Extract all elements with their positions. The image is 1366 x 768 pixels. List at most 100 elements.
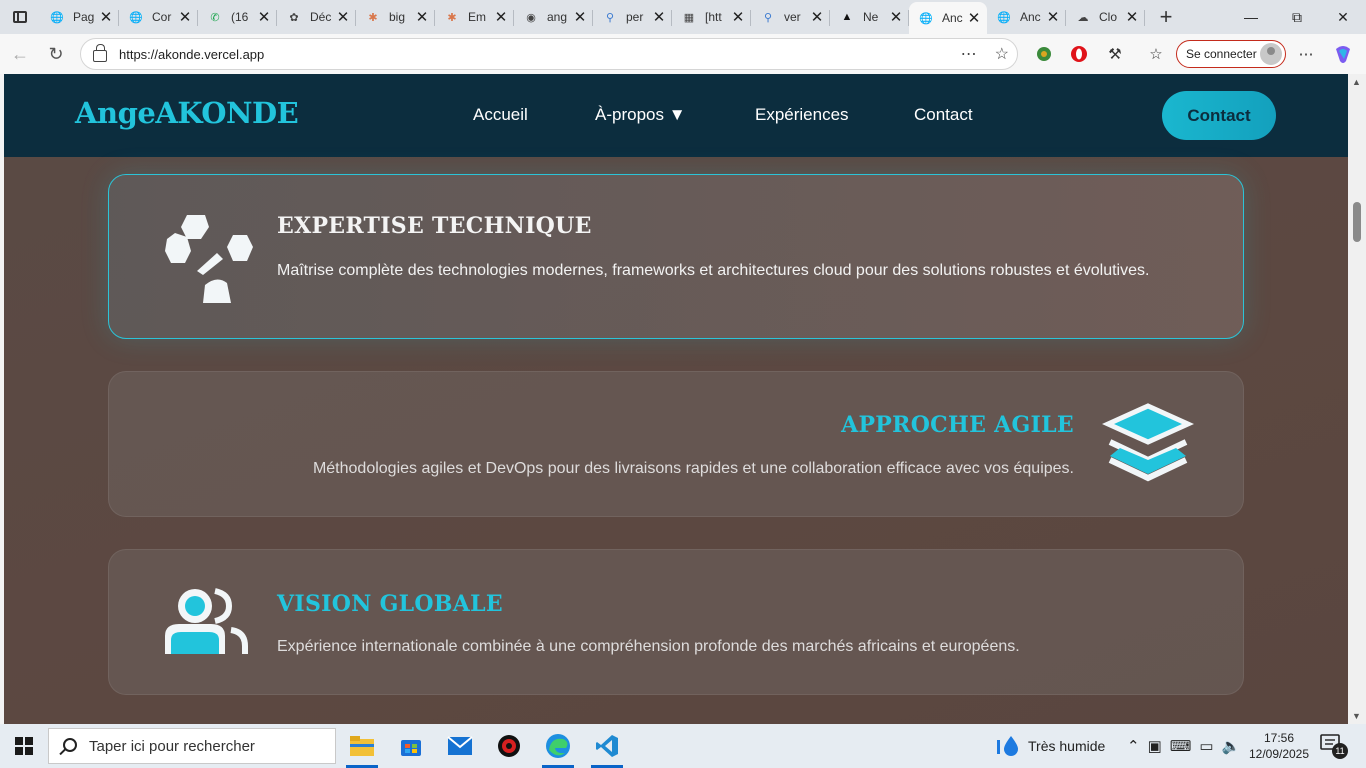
volume-icon[interactable]: 🔈	[1222, 737, 1241, 755]
browser-tab[interactable]: ◉ ang ✕	[514, 3, 593, 31]
browser-tab[interactable]: ✱ big ✕	[356, 3, 435, 31]
tab-label: ver	[784, 10, 801, 24]
cloud-icon: ☁	[1077, 11, 1089, 24]
copilot-icon[interactable]	[1331, 42, 1355, 66]
claude-icon: ✱	[447, 11, 457, 24]
nav-link-home[interactable]: Accueil	[473, 105, 528, 125]
globe-icon: 🌐	[129, 11, 143, 24]
weather-widget[interactable]: Très humide	[996, 724, 1105, 768]
tab-actions-button[interactable]	[0, 0, 40, 34]
avatar	[1260, 43, 1282, 65]
openai-icon: ✿	[289, 11, 299, 24]
browser-tab[interactable]: 🌐 Cor ✕	[119, 3, 198, 31]
extension-icon[interactable]	[1032, 42, 1056, 66]
app-red-icon[interactable]	[485, 724, 533, 768]
whatsapp-icon: ✆	[210, 11, 220, 24]
network-icon[interactable]: ▭	[1199, 737, 1213, 755]
browser-tab[interactable]: 🌐 Anc ✕	[987, 3, 1066, 31]
browser-tab[interactable]: ☁ Clo ✕	[1066, 3, 1145, 31]
meet-now-icon[interactable]: ▣	[1148, 737, 1162, 755]
nav-link-about[interactable]: À-propos ▼	[595, 105, 686, 125]
system-tray: ⌃ ▣ ⌨ ▭ 🔈	[1127, 724, 1240, 768]
restore-button[interactable]: ⧉	[1274, 0, 1320, 34]
search-icon: ⚲	[763, 11, 773, 24]
more-menu-icon[interactable]: ⋯	[1294, 42, 1318, 66]
store-icon[interactable]	[387, 724, 435, 768]
site-navbar: AngeAKONDE Accueil À-propos ▼ Expérience…	[4, 74, 1348, 157]
tab-close-icon[interactable]: ✕	[731, 8, 745, 26]
mail-icon[interactable]	[436, 724, 484, 768]
globe-icon: 🌐	[50, 11, 64, 24]
clock[interactable]: 17:56 12/09/2025	[1248, 730, 1310, 762]
tab-close-icon[interactable]: ✕	[415, 8, 429, 26]
globe-icon: 🌐	[997, 11, 1011, 24]
browser-tab[interactable]: ✆ (16 ✕	[198, 3, 277, 31]
tab-strip: 🌐 Pag ✕ 🌐 Cor ✕ ✆ (16 ✕ ✿ Déc ✕ ✱ big ✕ ✱ Em ✕ ◉ ang ✕ ⚲ per ✕ ▦…	[0, 0, 1366, 34]
contact-cta-button[interactable]: Contact	[1162, 91, 1276, 140]
tab-close-icon[interactable]: ✕	[336, 8, 350, 26]
tab-close-icon[interactable]: ✕	[573, 8, 587, 26]
site-logo[interactable]: AngeAKONDE	[75, 96, 299, 130]
tab-close-icon[interactable]: ✕	[810, 8, 824, 26]
browser-tab[interactable]: ⚲ ver ✕	[751, 3, 830, 31]
tab-close-icon[interactable]: ✕	[652, 8, 666, 26]
back-button[interactable]: ←	[2, 38, 38, 70]
reader-mode-icon[interactable]: ⋯	[961, 44, 977, 64]
clock-time: 17:56	[1263, 731, 1295, 745]
extensions-puzzle-icon[interactable]: ⚒	[1103, 42, 1127, 66]
tab-close-icon[interactable]: ✕	[967, 9, 981, 27]
close-window-button[interactable]: ✕	[1320, 0, 1366, 34]
refresh-button[interactable]: ↻	[38, 38, 74, 70]
tab-label: Cor	[152, 10, 172, 24]
scroll-down-icon[interactable]: ▼	[1352, 711, 1361, 721]
scrollbar-thumb[interactable]	[1353, 202, 1361, 242]
browser-tab[interactable]: 🌐 Pag ✕	[40, 3, 119, 31]
layers-icon	[1101, 402, 1195, 494]
tab-close-icon[interactable]: ✕	[99, 8, 113, 26]
tab-close-icon[interactable]: ✕	[889, 8, 903, 26]
favorites-icon[interactable]: ☆	[1144, 42, 1168, 66]
browser-tab[interactable]: ⚲ per ✕	[593, 3, 672, 31]
page-scrollbar[interactable]: ▲ ▼	[1348, 74, 1366, 724]
nav-link-contact[interactable]: Contact	[914, 105, 973, 125]
browser-tab[interactable]: ✱ Em ✕	[435, 3, 514, 31]
network-nodes-icon	[161, 213, 253, 305]
sign-in-button[interactable]: Se connecter	[1176, 40, 1286, 68]
image-icon: ▦	[683, 11, 695, 24]
input-method-icon[interactable]: ⌨	[1170, 737, 1192, 755]
tab-label: Clo	[1099, 10, 1118, 24]
browser-tab[interactable]: ✿ Déc ✕	[277, 3, 356, 31]
new-tab-button[interactable]: +	[1151, 2, 1181, 32]
file-explorer-icon[interactable]	[338, 724, 386, 768]
tab-close-icon[interactable]: ✕	[1046, 8, 1060, 26]
tab-label: Déc	[310, 10, 332, 24]
feature-card-vision: VISION GLOBALE Expérience internationale…	[108, 549, 1244, 695]
minimize-button[interactable]: —	[1228, 0, 1274, 34]
browser-tab[interactable]: ▲ Ne ✕	[830, 3, 909, 31]
browser-tab[interactable]: ▦ [htt ✕	[672, 3, 751, 31]
tab-close-icon[interactable]: ✕	[1125, 8, 1139, 26]
claude-icon: ✱	[368, 11, 378, 24]
notification-count-badge: 11	[1332, 743, 1348, 759]
opera-extension-icon[interactable]	[1067, 42, 1091, 66]
tab-label: big	[389, 10, 406, 24]
show-hidden-icons-chevron-icon[interactable]: ⌃	[1127, 737, 1140, 755]
start-button[interactable]	[0, 724, 48, 768]
edge-browser-icon[interactable]	[534, 724, 582, 768]
vscode-icon[interactable]	[583, 724, 631, 768]
tab-label: Anc	[1020, 10, 1041, 24]
card-description: Maîtrise complète des technologies moder…	[277, 262, 1150, 279]
scroll-up-icon[interactable]: ▲	[1352, 77, 1361, 87]
taskbar-search-box[interactable]: Taper ici pour rechercher	[48, 728, 336, 764]
notification-center-button[interactable]: 11	[1320, 734, 1348, 759]
tab-label: Em	[468, 10, 486, 24]
taskbar-search-placeholder: Taper ici pour rechercher	[89, 737, 255, 755]
tab-close-icon[interactable]: ✕	[257, 8, 271, 26]
nav-link-experiences[interactable]: Expériences	[755, 105, 849, 125]
card-description: Méthodologies agiles et DevOps pour des …	[312, 460, 1074, 477]
tab-close-icon[interactable]: ✕	[494, 8, 508, 26]
browser-tab[interactable]: 🌐 Anc ✕	[909, 2, 987, 34]
address-bar[interactable]: https://akonde.vercel.app ⋯ ☆	[80, 38, 1018, 70]
tab-close-icon[interactable]: ✕	[178, 8, 192, 26]
favorite-star-icon[interactable]: ☆	[995, 44, 1009, 64]
